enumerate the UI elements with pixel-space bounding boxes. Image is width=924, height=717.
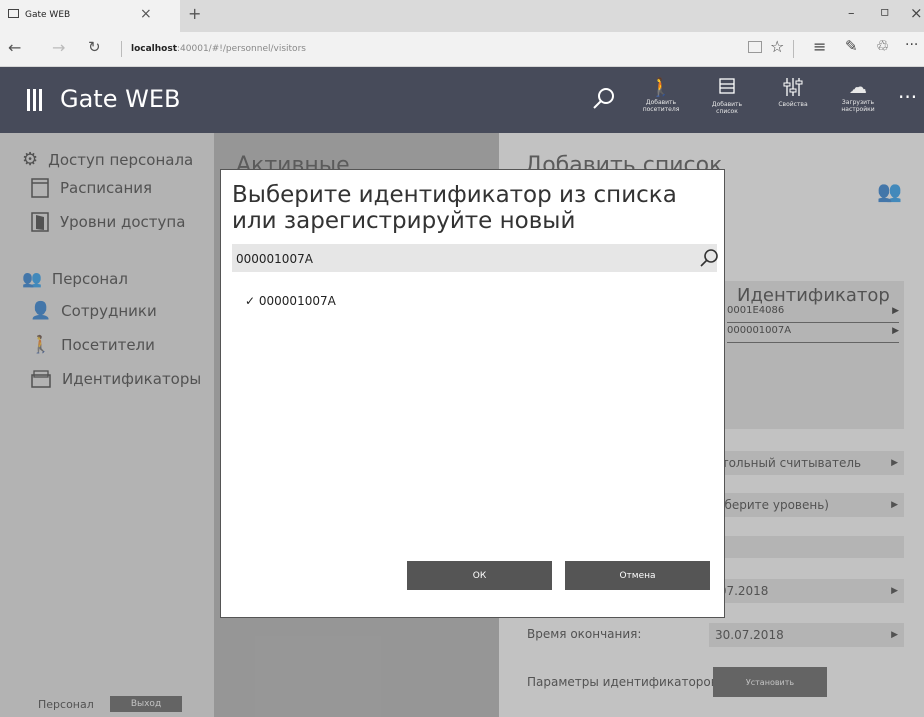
list-item-label: 000001007A bbox=[258, 294, 336, 308]
identifier-search-field[interactable]: 000001007A bbox=[232, 244, 719, 272]
back-arrow-icon[interactable]: ← bbox=[8, 38, 21, 57]
web-note-icon[interactable]: ✎ bbox=[845, 37, 858, 55]
list-icon bbox=[719, 78, 735, 94]
url-host: localhost bbox=[131, 44, 178, 54]
cancel-button[interactable]: Отмена bbox=[565, 561, 710, 590]
forward-arrow-icon[interactable]: → bbox=[52, 38, 65, 57]
properties-button[interactable]: Свойства bbox=[766, 77, 820, 108]
reading-view-icon[interactable] bbox=[748, 41, 762, 53]
toolbar-divider bbox=[793, 40, 794, 58]
identifier-list-item[interactable]: ✓ 000001007A bbox=[245, 294, 336, 308]
add-visitor-button[interactable]: 🚶 Добавить посетителя bbox=[634, 77, 688, 113]
url-field[interactable]: localhost:40001/#!/personnel/visitors bbox=[131, 44, 306, 54]
load-settings-button[interactable]: ☁ Загрузить настройки bbox=[828, 77, 888, 113]
favorite-star-icon[interactable]: ☆ bbox=[770, 37, 784, 56]
share-icon[interactable]: ♲ bbox=[876, 37, 889, 55]
add-visitor-label-2: посетителя bbox=[642, 106, 680, 113]
new-tab-button[interactable]: + bbox=[188, 4, 201, 23]
browser-tab-bar: Gate WEB × + – ▫ × bbox=[0, 0, 924, 32]
properties-label: Свойства bbox=[778, 101, 808, 108]
add-list-label-1: Добавить bbox=[711, 101, 743, 108]
check-icon: ✓ bbox=[245, 294, 256, 308]
dialog-title: Выберите идентификатор из списка или зар… bbox=[232, 182, 677, 234]
sliders-icon bbox=[783, 78, 803, 96]
dialog-title-line1: Выберите идентификатор из списка bbox=[232, 182, 677, 208]
browser-tab[interactable]: Gate WEB × bbox=[0, 0, 180, 32]
search-icon[interactable] bbox=[592, 87, 616, 111]
hamburger-icon[interactable] bbox=[27, 89, 30, 111]
add-list-button[interactable]: Добавить список bbox=[700, 77, 754, 115]
close-window-button[interactable]: × bbox=[910, 4, 923, 22]
url-path: :40001/#!/personnel/visitors bbox=[177, 44, 306, 54]
more-actions-icon[interactable]: ··· bbox=[905, 37, 918, 53]
app-header: Gate WEB 🚶 Добавить посетителя Добавить … bbox=[0, 67, 924, 133]
more-menu-icon[interactable]: ··· bbox=[898, 85, 917, 109]
load-settings-label-1: Загрузить bbox=[841, 99, 875, 106]
address-divider bbox=[121, 41, 122, 57]
app-title: Gate WEB bbox=[60, 85, 181, 113]
tab-title: Gate WEB bbox=[25, 10, 71, 20]
tab-close-icon[interactable]: × bbox=[140, 6, 152, 22]
load-settings-label-2: настройки bbox=[841, 106, 875, 113]
ok-button[interactable]: ОК bbox=[407, 561, 552, 590]
minimize-button[interactable]: – bbox=[848, 6, 855, 21]
refresh-icon[interactable]: ↻ bbox=[88, 38, 101, 56]
hamburger-icon-bar bbox=[33, 89, 36, 111]
cloud-upload-icon: ☁ bbox=[849, 77, 867, 98]
search-icon[interactable] bbox=[699, 248, 719, 268]
tab-page-icon bbox=[8, 9, 19, 18]
hamburger-icon-bar bbox=[39, 89, 42, 111]
add-list-label-2: список bbox=[716, 108, 738, 115]
maximize-button[interactable]: ▫ bbox=[880, 4, 890, 20]
walking-person-icon: 🚶 bbox=[649, 77, 673, 98]
dialog-title-line2: или зарегистрируйте новый bbox=[232, 208, 576, 234]
add-visitor-label-1: Добавить bbox=[645, 99, 677, 106]
hub-icon[interactable]: ≡ bbox=[813, 37, 826, 56]
search-input-value: 000001007A bbox=[236, 252, 313, 266]
select-identifier-dialog: Выберите идентификатор из списка или зар… bbox=[220, 169, 725, 618]
address-bar: ← → ↻ localhost:40001/#!/personnel/visit… bbox=[0, 32, 924, 67]
